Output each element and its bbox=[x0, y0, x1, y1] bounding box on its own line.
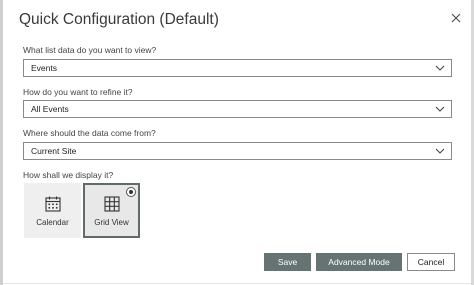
chevron-down-icon bbox=[435, 65, 445, 71]
data-source-label: Where should the data come from? bbox=[23, 128, 156, 138]
display-option-calendar[interactable]: Calendar bbox=[24, 183, 81, 238]
list-data-select[interactable]: Events bbox=[23, 59, 452, 77]
chevron-down-icon bbox=[435, 106, 445, 112]
quick-configuration-dialog: Quick Configuration (Default) What list … bbox=[3, 0, 471, 284]
data-source-select[interactable]: Current Site bbox=[23, 142, 452, 160]
display-label: How shall we display it? bbox=[23, 170, 114, 180]
dialog-title: Quick Configuration (Default) bbox=[19, 11, 219, 28]
list-data-value: Events bbox=[31, 63, 57, 73]
calendar-option-label: Calendar bbox=[36, 218, 69, 227]
refine-label: How do you want to refine it? bbox=[23, 87, 133, 97]
selected-radio[interactable] bbox=[126, 187, 136, 197]
calendar-icon bbox=[44, 196, 61, 212]
grid-view-option-label: Grid View bbox=[94, 218, 129, 227]
cancel-button[interactable]: Cancel bbox=[407, 253, 455, 271]
data-source-value: Current Site bbox=[31, 146, 77, 156]
save-button[interactable]: Save bbox=[264, 253, 311, 271]
grid-icon bbox=[103, 196, 120, 212]
advanced-mode-button[interactable]: Advanced Mode bbox=[316, 253, 402, 271]
refine-value: All Events bbox=[31, 104, 69, 114]
chevron-down-icon bbox=[435, 148, 445, 154]
refine-select[interactable]: All Events bbox=[23, 100, 452, 118]
display-option-grid-view[interactable]: Grid View bbox=[83, 183, 140, 238]
list-data-label: What list data do you want to view? bbox=[23, 45, 157, 55]
close-icon[interactable] bbox=[448, 10, 464, 26]
